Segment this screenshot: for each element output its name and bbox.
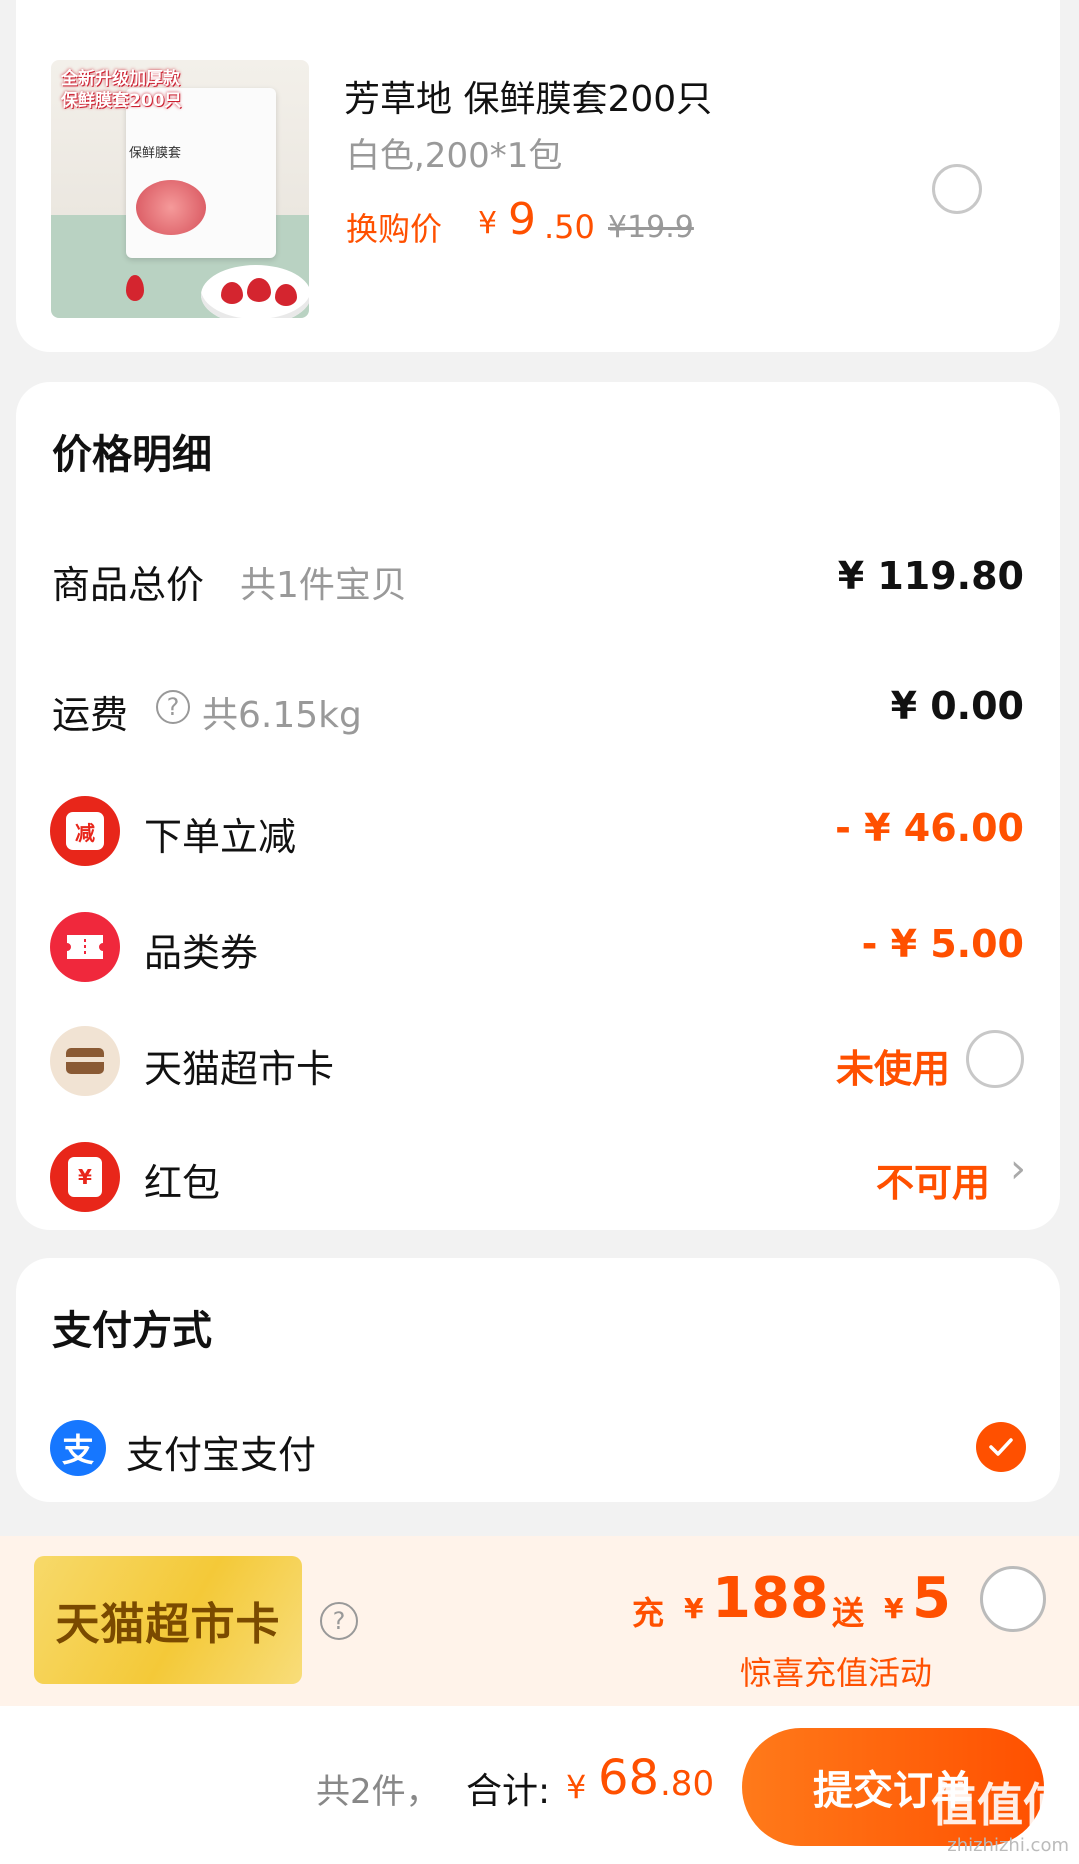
tmall-card-label: 天猫超市卡 bbox=[144, 1047, 335, 1091]
red-packet-icon: ¥ bbox=[50, 1142, 120, 1212]
product-image-tag: 全新升级加厚款 保鲜膜套200只 bbox=[61, 68, 182, 112]
card-icon bbox=[50, 1026, 120, 1096]
product-image-tag-line2: 保鲜膜套200只 bbox=[61, 91, 182, 111]
help-icon[interactable]: ? bbox=[156, 690, 190, 724]
watermark: 值值值 zhizhizhi.com bbox=[931, 1769, 1069, 1856]
watermark-text: 值值值 bbox=[931, 1778, 1069, 1832]
instant-discount-value: - ¥ 46.00 bbox=[835, 806, 1024, 850]
discount-icon: 减 bbox=[50, 796, 120, 866]
tmall-card-radio[interactable] bbox=[966, 1030, 1024, 1088]
price-integer: 9 bbox=[508, 194, 536, 245]
product-card: 全新升级加厚款 保鲜膜套200只 保鲜膜套 芳草地 保鲜膜套200只 白色,20… bbox=[16, 0, 1060, 352]
gift-amount: 5 bbox=[912, 1566, 951, 1631]
product-image-bag-title: 保鲜膜套 bbox=[129, 146, 182, 161]
price-currency: ¥ bbox=[478, 206, 498, 241]
tmall-card-promo-image[interactable]: 天猫超市卡 bbox=[34, 1556, 302, 1684]
product-bag-image bbox=[126, 88, 276, 258]
goods-count: 共1件宝贝 bbox=[240, 565, 407, 606]
price-decimal: .50 bbox=[544, 208, 595, 246]
recharge-promo-bar: 天猫超市卡 ? 充 ¥ 188 送 ¥ 5 惊喜充值活动 bbox=[0, 1536, 1079, 1706]
strawberry-image bbox=[126, 275, 144, 301]
alipay-icon: 支 bbox=[50, 1420, 106, 1476]
alipay-icon-glyph: 支 bbox=[61, 1431, 94, 1469]
alipay-selected-check[interactable] bbox=[976, 1422, 1026, 1472]
payment-title: 支付方式 bbox=[52, 1308, 212, 1354]
item-count: 共2件， bbox=[316, 1772, 440, 1812]
product-title[interactable]: 芳草地 保鲜膜套200只 bbox=[344, 70, 712, 122]
recharge-help-glyph: ? bbox=[332, 1607, 346, 1635]
strawberry-image bbox=[275, 284, 297, 306]
tmall-card-status: 未使用 bbox=[835, 1047, 950, 1091]
red-packet-label: 红包 bbox=[144, 1161, 221, 1205]
gift-label: 送 bbox=[832, 1594, 865, 1632]
product-image-tag-line1: 全新升级加厚款 bbox=[61, 69, 180, 89]
total-decimal: .80 bbox=[660, 1764, 715, 1804]
total-label: 合计: bbox=[466, 1771, 551, 1812]
ticket-icon bbox=[67, 935, 103, 959]
product-spec: 白色,200*1包 bbox=[346, 136, 563, 176]
alipay-label[interactable]: 支付宝支付 bbox=[126, 1424, 316, 1479]
watermark-url: zhizhizhi.com bbox=[947, 1835, 1069, 1856]
check-icon bbox=[989, 1438, 1013, 1456]
original-price: ¥19.9 bbox=[608, 210, 694, 245]
meat-image bbox=[136, 180, 206, 235]
discount-badge-text: 减 bbox=[66, 812, 104, 850]
red-packet-badge-text: ¥ bbox=[68, 1157, 102, 1197]
wallet-card-icon bbox=[66, 1048, 104, 1074]
price-detail-title: 价格明细 bbox=[52, 432, 212, 478]
recharge-help-icon[interactable]: ? bbox=[320, 1602, 358, 1640]
help-glyph: ? bbox=[166, 693, 180, 721]
red-packet-status[interactable]: 不可用 bbox=[876, 1152, 990, 1207]
product-thumbnail[interactable]: 全新升级加厚款 保鲜膜套200只 保鲜膜套 bbox=[51, 60, 309, 318]
charge-amount: 188 bbox=[712, 1566, 829, 1631]
chevron-right-icon[interactable]: › bbox=[1010, 1146, 1026, 1192]
coupon-icon bbox=[50, 912, 120, 982]
shipping-weight: 共6.15kg bbox=[202, 695, 362, 736]
payment-method-card: 支付方式 支 支付宝支付 bbox=[16, 1258, 1060, 1502]
price-detail-card: 价格明细 商品总价 共1件宝贝 ¥ 119.80 运费 ? 共6.15kg ¥ … bbox=[16, 382, 1060, 1230]
strawberry-image bbox=[221, 282, 243, 304]
goods-total-value: ¥ 119.80 bbox=[837, 554, 1024, 598]
shipping-label: 运费 bbox=[52, 693, 129, 737]
recharge-select-radio[interactable] bbox=[980, 1566, 1046, 1632]
shipping-value: ¥ 0.00 bbox=[890, 684, 1024, 728]
goods-total-label: 商品总价 bbox=[52, 563, 205, 607]
category-coupon-label[interactable]: 品类券 bbox=[144, 922, 258, 977]
total-integer: 68 bbox=[598, 1750, 660, 1806]
strawberry-image bbox=[247, 278, 271, 302]
card-stripe bbox=[66, 1057, 104, 1062]
exchange-price-label: 换购价 bbox=[346, 210, 443, 248]
product-select-radio[interactable] bbox=[932, 164, 982, 214]
checkout-bar: 共2件， 合计: ¥ 68 .80 提交订单 值值值 zhizhizhi.com bbox=[0, 1706, 1079, 1864]
charge-label: 充 bbox=[632, 1594, 665, 1632]
recharge-subtitle: 惊喜充值活动 bbox=[740, 1654, 933, 1692]
category-coupon-value[interactable]: - ¥ 5.00 bbox=[862, 922, 1024, 966]
total-currency: ¥ bbox=[566, 1768, 587, 1806]
charge-currency: ¥ bbox=[684, 1592, 704, 1625]
instant-discount-label: 下单立减 bbox=[144, 815, 297, 859]
gift-currency: ¥ bbox=[884, 1592, 904, 1625]
